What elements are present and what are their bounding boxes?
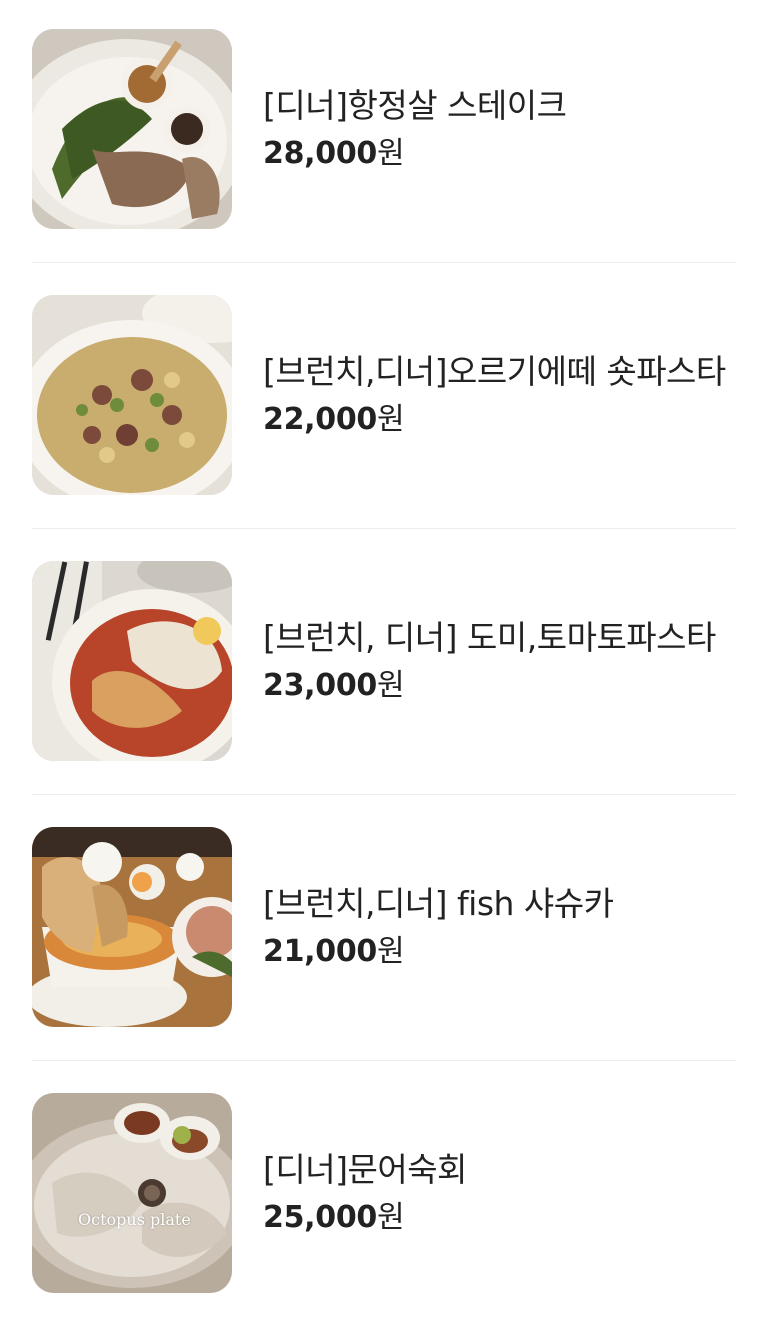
menu-item-info: [디너]항정살 스테이크 28,000원 [263, 86, 567, 172]
menu-item-price: 21,000원 [263, 934, 614, 970]
divider [32, 794, 736, 795]
menu-item-price: 28,000원 [263, 136, 566, 172]
menu-item-photo [32, 561, 232, 761]
price-unit: 원 [376, 934, 405, 969]
fish-shakshuka-image [32, 827, 232, 1027]
price-amount: 25,000 [263, 1200, 377, 1235]
menu-item[interactable]: [디너]항정살 스테이크 28,000원 [32, 29, 736, 229]
menu-item[interactable]: Octopus plate [디너]문어숙회 25,000원 [32, 1093, 736, 1293]
seabream-tomato-pasta-image [32, 561, 232, 761]
menu-item-name: [브런치,디너] fish 샤슈카 [263, 884, 614, 923]
menu-list: [디너]항정살 스테이크 28,000원 [브런치,디너]오르기에떼 숏파스타 … [0, 0, 766, 1318]
divider [32, 262, 736, 263]
menu-item-price: 22,000원 [263, 402, 726, 438]
menu-item-photo: Octopus plate [32, 1093, 232, 1293]
octopus-plate-image [32, 1093, 232, 1293]
price-amount: 22,000 [263, 402, 377, 437]
divider [32, 1060, 736, 1061]
menu-item-info: [브런치,디너]오르기에떼 숏파스타 22,000원 [263, 352, 726, 438]
menu-item-price: 23,000원 [263, 668, 716, 704]
price-amount: 28,000 [263, 136, 377, 171]
price-unit: 원 [376, 136, 405, 171]
price-unit: 원 [376, 668, 405, 703]
menu-item-name: [브런치,디너]오르기에떼 숏파스타 [263, 352, 726, 391]
price-unit: 원 [376, 402, 405, 437]
orecchiette-pasta-image [32, 295, 232, 495]
menu-item-name: [디너]문어숙회 [263, 1150, 467, 1189]
menu-item[interactable]: [브런치, 디너] 도미,토마토파스타 23,000원 [32, 561, 736, 761]
price-unit: 원 [376, 1200, 405, 1235]
menu-item-info: [브런치,디너] fish 샤슈카 21,000원 [263, 884, 614, 970]
menu-item[interactable]: [브런치,디너] fish 샤슈카 21,000원 [32, 827, 736, 1027]
menu-item-info: [브런치, 디너] 도미,토마토파스타 23,000원 [263, 618, 716, 704]
menu-item[interactable]: [브런치,디너]오르기에떼 숏파스타 22,000원 [32, 295, 736, 495]
menu-item-photo [32, 827, 232, 1027]
photo-caption: Octopus plate [78, 1210, 191, 1229]
menu-item-name: [브런치, 디너] 도미,토마토파스타 [263, 618, 716, 657]
menu-item-name: [디너]항정살 스테이크 [263, 86, 567, 125]
menu-item-price: 25,000원 [263, 1200, 467, 1236]
divider [32, 528, 736, 529]
menu-item-info: [디너]문어숙회 25,000원 [263, 1150, 467, 1236]
menu-item-photo [32, 295, 232, 495]
steak-plate-image [32, 29, 232, 229]
menu-item-photo [32, 29, 232, 229]
price-amount: 21,000 [263, 934, 377, 969]
price-amount: 23,000 [263, 668, 377, 703]
